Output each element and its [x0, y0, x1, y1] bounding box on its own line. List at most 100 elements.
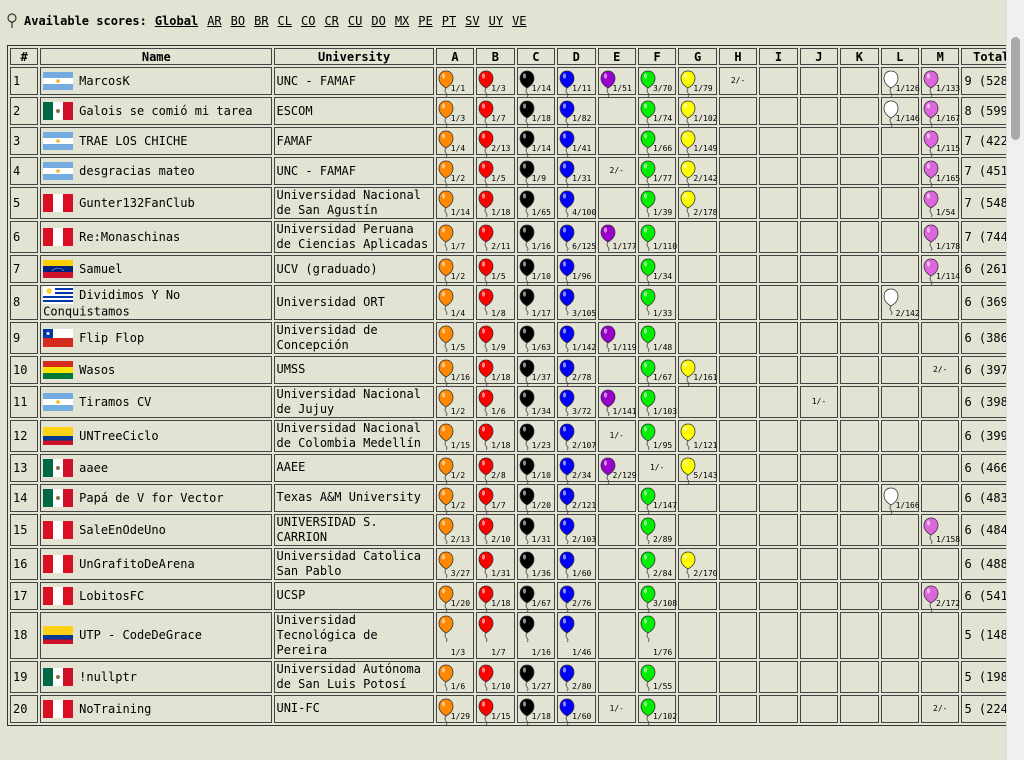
- university-line: UCSP: [276, 588, 306, 602]
- table-row: 20 NoTraining UNI-FC 1/29 1/15 1/18 1/60 1/- 1/1…: [10, 694, 1021, 725]
- attempts-label: 1/167: [936, 114, 961, 123]
- attempts-label: 1/165: [936, 174, 961, 183]
- problem-cell-d: 1/41: [557, 127, 596, 158]
- problem-cell-l: 1/146: [880, 97, 920, 128]
- problem-cell-e: 1/51: [597, 67, 636, 98]
- problem-cell-d: 2/103: [557, 513, 596, 546]
- problem-cell-a: 1/3: [435, 97, 475, 128]
- team-cell: UnGrafitoDeArena: [40, 547, 273, 580]
- attempts-label: 1/177: [612, 242, 637, 251]
- attempts-label: 1/39: [652, 208, 673, 217]
- rank-cell: 4: [10, 157, 39, 185]
- problem-cell-k: [840, 483, 879, 512]
- flag-cl-icon: [43, 328, 74, 347]
- problem-cell-a: 1/2: [435, 483, 475, 514]
- problem-cell-f: 1/147: [637, 483, 677, 514]
- score-link-ar[interactable]: AR: [207, 14, 221, 28]
- attempts-label: 5/143: [693, 470, 718, 480]
- attempts-label: 1/146: [895, 114, 920, 123]
- problem-cell-d: 1/60: [557, 694, 596, 725]
- problem-cell-g: [678, 285, 717, 320]
- university-cell: Universidad Nacional de Colombia Medellín: [274, 419, 434, 452]
- attempts-label: 1/14: [531, 84, 551, 93]
- score-link-sv[interactable]: SV: [465, 14, 479, 28]
- university-cell: ESCOM: [274, 97, 434, 125]
- table-row: 5 Gunter132FanClub Universidad Nacional de …: [10, 187, 1021, 219]
- attempts-label: 1/31: [531, 534, 551, 544]
- problem-cell-f: 1/33: [637, 285, 677, 320]
- problem-cell-m: 1/178: [921, 221, 960, 253]
- col-problem-h: H: [718, 48, 758, 65]
- attempts-label: 1/102: [652, 711, 678, 721]
- problem-cell-j: [799, 483, 839, 512]
- rank-cell: 15: [10, 513, 39, 546]
- score-link-co[interactable]: CO: [301, 14, 315, 28]
- attempts-label: 1/18: [531, 711, 551, 721]
- university-cell: Universidad Catolica San Pablo: [274, 547, 434, 580]
- problem-cell-a: 1/14: [435, 187, 475, 219]
- attempts-label: 1/161: [693, 372, 718, 382]
- flag-bo-icon: [43, 360, 74, 379]
- score-link-uy[interactable]: UY: [489, 14, 503, 28]
- vertical-scrollbar[interactable]: [1006, 0, 1024, 760]
- problem-cell-i: [759, 355, 798, 384]
- team-name: UNTreeCiclo: [79, 428, 159, 443]
- problem-cell-h: [718, 483, 758, 512]
- team-name: aaee: [79, 460, 109, 475]
- attempts-label: 1/9: [531, 174, 547, 183]
- flag: [43, 520, 74, 539]
- problem-cell-g: [678, 385, 717, 418]
- flag-co-icon: [43, 426, 74, 445]
- rank-cell: 3: [10, 127, 39, 155]
- score-link-do[interactable]: DO: [371, 14, 385, 28]
- flag-mx-icon: [43, 102, 74, 120]
- problem-cell-l: [880, 255, 920, 283]
- pending-attempts-label: 1/-: [649, 462, 665, 472]
- team-name: UTP - CodeDeGrace: [79, 628, 202, 642]
- score-link-pt[interactable]: PT: [442, 14, 456, 28]
- score-link-cu[interactable]: CU: [348, 14, 362, 28]
- flag-pe-icon: [43, 586, 74, 605]
- attempts-label: 2/13: [450, 534, 471, 544]
- scrollbar-thumb[interactable]: [1011, 37, 1020, 140]
- score-link-pe[interactable]: PE: [418, 14, 432, 28]
- problem-cell-b: 1/18: [476, 581, 515, 612]
- score-link-mx[interactable]: MX: [395, 14, 409, 28]
- problem-cell-f: 2/84: [637, 547, 677, 580]
- flag: [43, 360, 74, 379]
- table-row: 3 TRAE LOS CHICHE FAMAF 1/4 2/13 1/14 1/41 1/66…: [10, 127, 1021, 158]
- problem-cell-e: [597, 127, 636, 155]
- attempts-label: 1/29: [450, 711, 471, 721]
- attempts-label: 6/125: [572, 242, 597, 251]
- attempts-label: 3/72: [572, 406, 592, 416]
- problem-cell-h: [718, 221, 758, 253]
- problem-cell-l: [880, 660, 920, 693]
- score-link-ve[interactable]: VE: [512, 14, 526, 28]
- problem-cell-f: 1/67: [637, 355, 677, 386]
- score-link-global[interactable]: Global: [155, 14, 198, 28]
- score-link-bo[interactable]: BO: [231, 14, 245, 28]
- problem-cell-a: 3/27: [435, 547, 475, 580]
- team-cell: Dividimos Y No Conquistamos: [40, 285, 273, 320]
- problem-cell-h: [718, 694, 758, 723]
- problem-cell-b: 2/13: [476, 127, 515, 158]
- attempts-label: 1/4: [450, 144, 466, 153]
- team-cell: aaee: [40, 453, 273, 482]
- problem-cell-j: 1/-: [799, 385, 839, 418]
- team-cell: LobitosFC: [40, 581, 273, 610]
- table-row: 4 desgracias mateo UNC - FAMAF 1/2 1/5 1/9 1/3…: [10, 157, 1021, 188]
- score-link-cr[interactable]: CR: [324, 14, 338, 28]
- problem-cell-f: 1/55: [637, 660, 677, 693]
- scoreboard: # Name University A B C D E F G H I J K L M Total 1 Ma…: [7, 45, 1024, 726]
- score-link-br[interactable]: BR: [254, 14, 268, 28]
- team-cell: MarcosK: [40, 67, 273, 95]
- problem-cell-k: [840, 221, 879, 253]
- score-link-cl[interactable]: CL: [278, 14, 292, 28]
- problem-cell-g: 1/149: [678, 127, 717, 158]
- problem-cell-h: [718, 385, 758, 418]
- attempts-label: 1/76: [652, 647, 673, 657]
- attempts-label: 2/11: [491, 242, 511, 251]
- rank-cell: 12: [10, 419, 39, 452]
- problem-cell-j: [799, 581, 839, 610]
- problem-cell-c: 1/14: [516, 67, 556, 98]
